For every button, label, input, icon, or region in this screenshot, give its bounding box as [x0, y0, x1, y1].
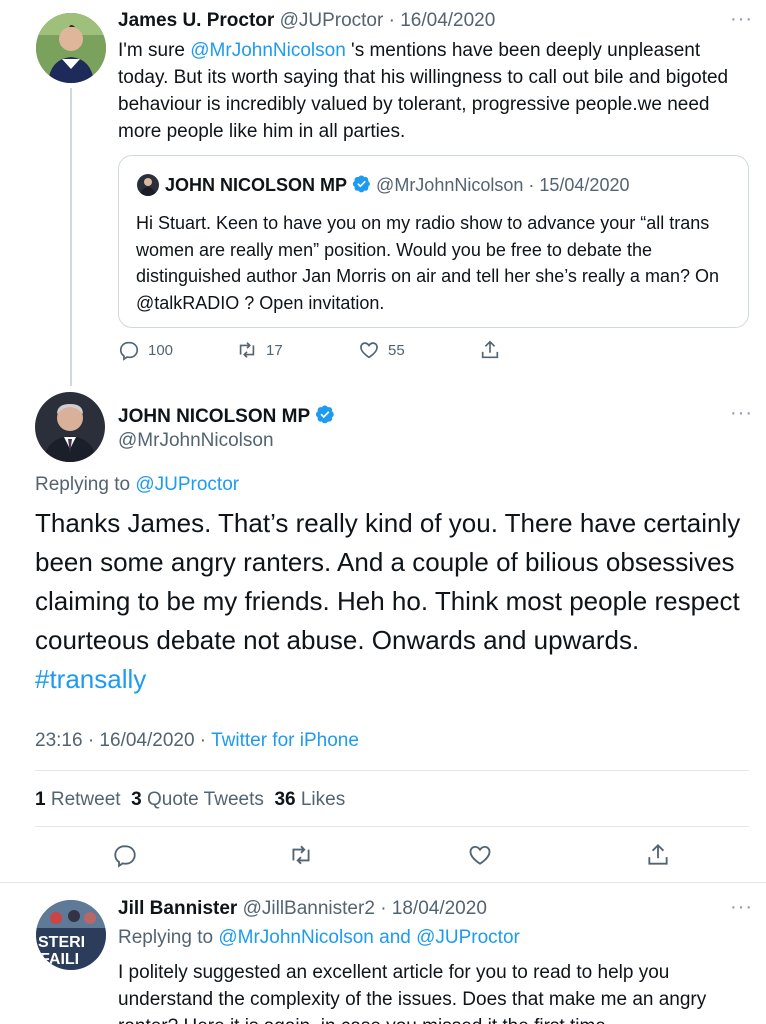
avatar-john-nicolson[interactable] — [35, 392, 105, 462]
tweet3-replying-to: Replying to @MrJohnNicolson and @JUProct… — [118, 927, 520, 949]
source-link[interactable]: Twitter for iPhone — [211, 730, 359, 751]
tweet3-handle[interactable]: @JillBannister2 — [243, 898, 375, 919]
main-share-button[interactable] — [645, 842, 671, 868]
divider — [0, 882, 766, 883]
quote-date: · 15/04/2020 — [528, 175, 630, 195]
avatar-image — [36, 13, 106, 83]
tweet1-date[interactable]: · 16/04/2020 — [389, 10, 496, 31]
avatar-james-proctor[interactable] — [36, 13, 106, 83]
tweet3-text: I politely suggested an excellent articl… — [118, 962, 707, 1024]
replying-label: Replying to — [118, 927, 219, 948]
avatar-image: STERI FAILI — [36, 900, 106, 970]
divider — [35, 826, 749, 827]
tweet1-reply-button[interactable]: 100 — [118, 339, 173, 361]
quotes-num: 3 — [131, 789, 142, 810]
timestamp[interactable]: 23:16 · 16/04/2020 · — [35, 730, 211, 751]
main-retweet-button[interactable] — [288, 842, 314, 868]
main-author-name[interactable]: JOHN NICOLSON MP — [118, 406, 310, 427]
quotes-stat[interactable]: 3 Quote Tweets — [131, 789, 264, 810]
likes-label: Likes — [300, 789, 346, 810]
quotes-label: Quote Tweets — [146, 789, 264, 810]
heart-icon — [360, 342, 378, 359]
tweet3-date[interactable]: · 18/04/2020 — [380, 898, 487, 919]
reply-icon — [119, 341, 139, 361]
quoted-tweet-card[interactable]: JOHN NICOLSON MP @MrJohnNicolson · 15/04… — [118, 155, 749, 328]
verified-badge-icon — [315, 405, 334, 424]
tweet3-author-name[interactable]: Jill Bannister — [118, 898, 237, 919]
tweet1-header: James U. Proctor @JUProctor · 16/04/2020 — [118, 10, 495, 32]
tweet3-header: Jill Bannister @JillBannister2 · 18/04/2… — [118, 898, 487, 920]
avatar-sign-text: FAILI — [40, 951, 79, 968]
main-tweet-meta: 23:16 · 16/04/2020 · Twitter for iPhone — [35, 730, 359, 752]
main-author-handle[interactable]: @MrJohnNicolson — [118, 430, 274, 452]
tweet1-retweet-count: 17 — [266, 341, 283, 359]
reply-icon — [114, 845, 136, 868]
heart-icon — [469, 845, 491, 865]
quote-author-name: JOHN NICOLSON MP — [165, 175, 348, 195]
tweet1-author-name[interactable]: James U. Proctor — [118, 10, 274, 31]
tweet1-more-icon[interactable]: ··· — [730, 9, 753, 29]
main-text-body: Thanks James. That’s really kind of you.… — [35, 508, 741, 655]
retweets-stat[interactable]: 1 Retweet — [35, 789, 121, 810]
retweet-icon — [239, 342, 255, 358]
main-tweet-more-icon[interactable]: ··· — [730, 403, 753, 423]
verified-badge-icon — [352, 175, 370, 193]
likes-stat[interactable]: 36 Likes — [274, 789, 345, 810]
main-tweet-text: Thanks James. That’s really kind of you.… — [35, 504, 750, 699]
tweet3-more-icon[interactable]: ··· — [730, 897, 753, 917]
divider — [35, 770, 749, 771]
likes-num: 36 — [274, 789, 296, 810]
share-icon — [648, 843, 668, 865]
tweet1-handle[interactable]: @JUProctor — [280, 10, 384, 31]
main-tweet-header: JOHN NICOLSON MP — [118, 404, 335, 428]
replying-mention[interactable]: @JUProctor — [135, 474, 239, 495]
tweet1-text: I'm sure @MrJohnNicolson 's mentions hav… — [118, 37, 748, 145]
tweet1-like-button[interactable]: 55 — [358, 339, 405, 361]
tweet1-mention[interactable]: @MrJohnNicolson — [190, 40, 346, 61]
retweet-icon — [292, 845, 310, 865]
thread-line — [70, 88, 72, 386]
quote-avatar — [137, 174, 159, 196]
main-like-button[interactable] — [467, 842, 493, 868]
tweet1-share-button[interactable] — [479, 339, 501, 361]
quote-header: JOHN NICOLSON MP @MrJohnNicolson · 15/04… — [165, 174, 629, 196]
tweet1-like-count: 55 — [388, 341, 405, 359]
replying-label: Replying to — [35, 474, 136, 495]
retweets-label: Retweet — [50, 789, 121, 810]
tweet1-reply-count: 100 — [148, 341, 174, 359]
avatar-image — [35, 392, 105, 462]
main-reply-button[interactable] — [112, 842, 138, 868]
share-icon — [481, 340, 499, 359]
avatar-jill-bannister[interactable]: STERI FAILI — [36, 900, 106, 970]
retweets-num: 1 — [35, 789, 46, 810]
quote-text: Hi Stuart. Keen to have you on my radio … — [136, 213, 719, 313]
replying-mention[interactable]: @MrJohnNicolson and @JUProctor — [218, 927, 520, 948]
tweet1-retweet-button[interactable]: 17 — [236, 339, 283, 361]
avatar-sign-text: STERI — [38, 934, 85, 951]
tweet1-text-part: I'm sure — [118, 40, 191, 61]
hashtag-link[interactable]: #transally — [35, 660, 750, 699]
quote-handle: @MrJohnNicolson — [376, 175, 524, 195]
engagement-stats: 1 Retweet 3 Quote Tweets 36 Likes — [35, 789, 345, 811]
main-replying-to: Replying to @JUProctor — [35, 474, 239, 496]
